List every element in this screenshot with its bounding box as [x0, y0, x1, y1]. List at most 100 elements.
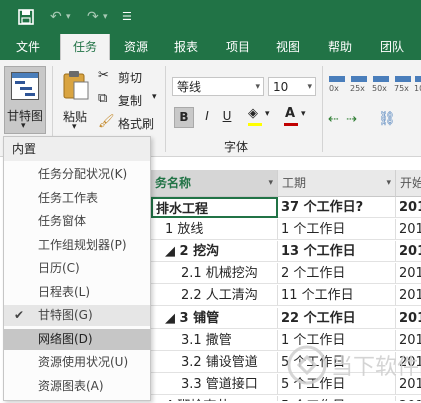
- progress-100-icon: [415, 76, 421, 82]
- chevron-down-icon: ▾: [152, 92, 157, 102]
- menu-section-header: 内置: [4, 137, 150, 161]
- task-name-cell[interactable]: 3.2 铺设管道: [151, 351, 278, 373]
- underline-button[interactable]: U: [218, 107, 236, 126]
- task-name-cell[interactable]: 2.2 人工清沟: [151, 285, 278, 307]
- ribbon-tabs: 文件 任务 资源 报表 项目 视图 帮助 团队: [0, 34, 421, 60]
- tab-project[interactable]: 项目: [216, 34, 260, 60]
- copy-icon: ⧉: [98, 91, 108, 106]
- task-name-cell[interactable]: 1 放线: [151, 219, 278, 241]
- scissors-icon: ✂: [98, 68, 109, 83]
- progress-100-label: 100x: [414, 84, 421, 93]
- progress-25-label: 25x: [350, 84, 365, 93]
- highlight-color-button[interactable]: ◈ ▾: [246, 106, 274, 128]
- checkmark-icon: ✔: [14, 308, 25, 322]
- format-painter-label: 格式刷: [118, 117, 155, 131]
- menu-item-task-usage[interactable]: 任务分配状况(K): [4, 164, 150, 185]
- task-name-cell[interactable]: 排水工程: [151, 197, 278, 218]
- task-name-cell[interactable]: 2.1 机械挖沟: [151, 263, 278, 285]
- chevron-down-icon: ▾: [301, 109, 306, 119]
- duration-cell[interactable]: 1 个工作日: [278, 219, 396, 241]
- start-cell[interactable]: 201: [396, 308, 421, 329]
- tab-resource[interactable]: 资源: [114, 34, 158, 60]
- title-bar: ↶ ▾ ↷ ▾ ☰: [0, 0, 421, 34]
- duration-cell[interactable]: 37 个工作日?: [278, 197, 396, 218]
- menu-item-timeline[interactable]: 日程表(L): [4, 282, 150, 303]
- column-header-duration[interactable]: 工期 ▾: [278, 170, 396, 197]
- menu-item-network-diagram[interactable]: 网络图(D): [4, 328, 150, 350]
- duration-cell[interactable]: 11 个工作日: [278, 285, 396, 307]
- chevron-down-icon[interactable]: ▾: [386, 170, 391, 196]
- font-color-swatch: [284, 123, 298, 126]
- progress-75-label: 75x: [394, 84, 409, 93]
- progress-50-button[interactable]: 50x: [372, 74, 392, 98]
- menu-item-label: 任务窗体: [38, 214, 87, 228]
- progress-25-button[interactable]: 25x: [350, 74, 370, 98]
- gantt-chart-icon: [11, 72, 39, 103]
- cut-button[interactable]: ✂ 剪切: [98, 68, 158, 86]
- bold-button[interactable]: B: [174, 107, 194, 128]
- tab-help[interactable]: 帮助: [318, 34, 362, 60]
- view-dropdown-menu: 内置 任务分配状况(K) 任务工作表任务窗体工作组规划器(P) 日历(C) 日程表(L…: [3, 136, 151, 401]
- tab-task[interactable]: 任务: [60, 34, 110, 60]
- paste-button[interactable]: 粘贴 ▾: [58, 66, 94, 134]
- font-name-select[interactable]: 等线 ▾: [172, 77, 264, 96]
- progress-25-icon: [351, 76, 367, 82]
- menu-item-resource-usage[interactable]: 资源使用状况(U): [4, 352, 150, 373]
- menu-item-task-sheet[interactable]: 任务工作表: [4, 188, 150, 209]
- duration-cell[interactable]: 22 个工作日: [278, 307, 396, 329]
- undo-dropdown-icon[interactable]: ▾: [66, 0, 71, 34]
- customize-dropdown-icon[interactable]: ☰: [122, 0, 132, 34]
- task-name-cell[interactable]: ◢ 2 挖沟: [151, 241, 278, 263]
- font-size-select[interactable]: 10 ▾: [268, 77, 316, 96]
- group-divider: [322, 66, 323, 152]
- progress-0-button[interactable]: 0x: [328, 74, 348, 98]
- menu-item-label: 日历(C): [38, 261, 80, 275]
- tab-report[interactable]: 报表: [164, 34, 208, 60]
- menu-item-team-planner[interactable]: 工作组规划器(P): [4, 235, 150, 256]
- progress-0-label: 0x: [329, 84, 339, 93]
- watermark-logo: 当下软件园: [287, 345, 421, 385]
- undo-icon[interactable]: ↶: [50, 0, 62, 34]
- task-name-cell[interactable]: 4 砌检查井: [151, 395, 278, 401]
- italic-button[interactable]: I: [198, 107, 216, 126]
- task-name-cell[interactable]: 3.1 撒管: [151, 329, 278, 351]
- column-header-start[interactable]: 开始: [396, 170, 421, 197]
- format-painter-button[interactable]: 🖌 格式刷: [98, 114, 160, 132]
- highlight-swatch: [248, 123, 262, 126]
- column-header-task-name-label: 务名称: [155, 176, 192, 190]
- duration-cell[interactable]: 13 个工作日: [278, 241, 396, 263]
- column-header-task-name[interactable]: 务名称 ▾: [151, 170, 278, 197]
- redo-icon[interactable]: ↷: [87, 0, 99, 34]
- menu-item-task-form[interactable]: 任务窗体: [4, 211, 150, 232]
- start-cell[interactable]: 201: [396, 197, 421, 218]
- chevron-down-icon[interactable]: ▾: [268, 170, 273, 196]
- link-tasks-button[interactable]: ⛓: [376, 110, 421, 132]
- font-color-button[interactable]: A ▾: [282, 106, 310, 128]
- duration-cell[interactable]: 2 个工作日: [278, 263, 396, 285]
- start-cell[interactable]: 201: [396, 285, 421, 307]
- menu-item-gantt-chart[interactable]: ✔ 甘特图(G): [4, 305, 150, 326]
- save-icon[interactable]: [18, 0, 34, 34]
- redo-dropdown-icon[interactable]: ▾: [103, 0, 108, 34]
- menu-item-label: 网络图(D): [38, 331, 93, 346]
- copy-button[interactable]: ⧉ 复制 ▾: [98, 91, 164, 109]
- mark-on-track-button[interactable]: ⇠ ⇢: [328, 112, 368, 128]
- gantt-chart-button[interactable]: 甘特图 ▾: [4, 66, 46, 134]
- menu-item-resource-graph[interactable]: 资源图表(A): [4, 376, 150, 397]
- start-cell[interactable]: 201: [396, 241, 421, 263]
- start-cell[interactable]: 201: [396, 219, 421, 241]
- progress-100-button[interactable]: 100x: [414, 74, 421, 98]
- chevron-down-icon: ▾: [72, 122, 77, 132]
- menu-item-calendar[interactable]: 日历(C): [4, 258, 150, 279]
- arrow-left-icon: ⇠: [328, 112, 339, 127]
- progress-75-button[interactable]: 75x: [394, 74, 414, 98]
- tab-file[interactable]: 文件: [8, 34, 48, 60]
- task-name-cell[interactable]: 3.3 管道接口: [151, 373, 278, 395]
- tab-view[interactable]: 视图: [266, 34, 310, 60]
- copy-label: 复制: [118, 94, 143, 108]
- task-name-cell[interactable]: ◢ 3 铺管: [151, 307, 278, 329]
- tab-team[interactable]: 团队: [370, 34, 414, 60]
- chevron-down-icon: ▾: [265, 109, 270, 119]
- chevron-down-icon: ▾: [255, 82, 260, 92]
- start-cell[interactable]: 201: [396, 263, 421, 285]
